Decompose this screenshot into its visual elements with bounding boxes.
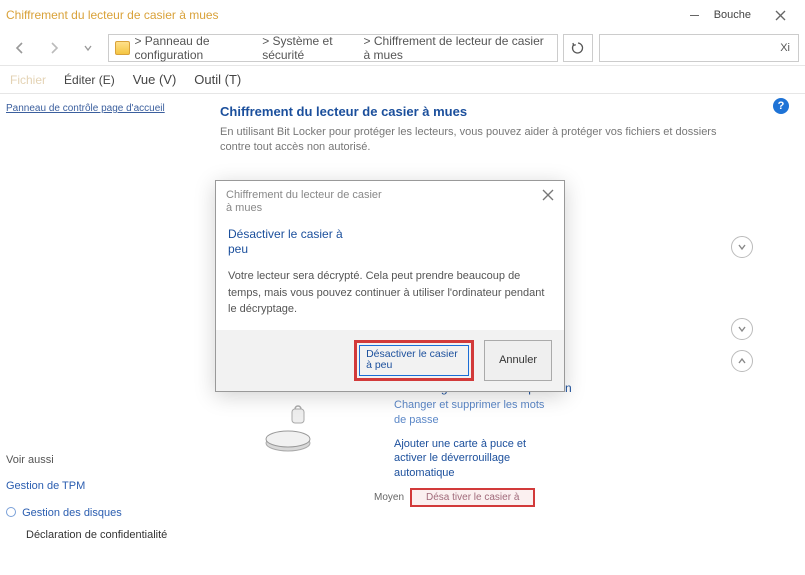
breadcrumb-part[interactable]: > Chiffrement de lecteur de casier à mue… bbox=[364, 34, 551, 62]
see-also-label: Voir aussi bbox=[6, 454, 204, 466]
right-label: Bouche bbox=[714, 9, 751, 21]
breadcrumb-part[interactable]: > Système et sécurité bbox=[262, 34, 359, 62]
dialog-heading: Désactiver le casier à peu bbox=[216, 219, 356, 256]
dialog-buttons: Désactiver le casier à peu Annuler bbox=[216, 330, 564, 391]
breadcrumb-part[interactable]: > Panneau de configuration bbox=[134, 34, 258, 62]
minimize-button[interactable] bbox=[676, 1, 714, 29]
window-title: Chiffrement du lecteur de casier à mues bbox=[6, 8, 219, 22]
drive-icon bbox=[260, 401, 330, 451]
turn-off-button[interactable]: Désactiver le casier à peu bbox=[354, 340, 474, 381]
back-button[interactable] bbox=[6, 34, 34, 62]
menu-edit[interactable]: Éditer (E) bbox=[64, 73, 115, 87]
chevron-up-icon[interactable] bbox=[731, 350, 753, 372]
menu-tool[interactable]: Outil (T) bbox=[194, 72, 241, 87]
dialog-title: Chiffrement du lecteur de casier à mues bbox=[226, 189, 386, 215]
folder-icon bbox=[115, 41, 130, 55]
help-icon[interactable]: ? bbox=[773, 98, 789, 114]
control-panel-home-link[interactable]: Panneau de contrôle page d'accueil bbox=[6, 103, 165, 114]
chevron-down-icon[interactable] bbox=[731, 236, 753, 258]
confirm-dialog: Chiffrement du lecteur de casier à mues … bbox=[215, 180, 565, 392]
dialog-body: Votre lecteur sera décrypté. Cela peut p… bbox=[216, 256, 564, 330]
refresh-button[interactable] bbox=[563, 34, 593, 62]
smartcard-link[interactable]: Ajouter une carte à puce et activer le d… bbox=[394, 437, 559, 480]
tpm-link[interactable]: Gestion de TPM bbox=[6, 480, 204, 492]
breadcrumb[interactable]: > Panneau de configuration > Système et … bbox=[108, 34, 558, 62]
page-desc: En utilisant Bit Locker pour protéger le… bbox=[220, 125, 720, 156]
titlebar: Chiffrement du lecteur de casier à mues … bbox=[0, 0, 805, 30]
nav-row: > Panneau de configuration > Système et … bbox=[0, 30, 805, 66]
menu-view[interactable]: Vue (V) bbox=[133, 72, 177, 87]
dialog-close-button[interactable] bbox=[542, 189, 554, 204]
search-hint: Xi bbox=[780, 42, 790, 54]
disk-mgmt-link[interactable]: Gestion des disques bbox=[22, 507, 122, 519]
menu-bar: Fichier Éditer (E) Vue (V) Outil (T) bbox=[0, 66, 805, 94]
search-input[interactable]: Xi bbox=[599, 34, 799, 62]
chevron-down-icon[interactable] bbox=[731, 318, 753, 340]
page-title: Chiffrement du lecteur de casier à mues bbox=[220, 104, 785, 119]
mid-label: Moyen bbox=[374, 492, 404, 503]
change-password-link[interactable]: Changer et supprimer les mots de passe bbox=[394, 398, 559, 427]
forward-button[interactable] bbox=[40, 34, 68, 62]
menu-file[interactable]: Fichier bbox=[10, 73, 46, 87]
dropdown-history[interactable] bbox=[74, 34, 102, 62]
shield-icon bbox=[6, 507, 16, 517]
turn-off-highlight[interactable]: Désa tiver le casier à bbox=[410, 488, 535, 507]
cancel-button[interactable]: Annuler bbox=[484, 340, 552, 381]
privacy-link[interactable]: Déclaration de confidentialité bbox=[26, 529, 204, 542]
sidebar: Panneau de contrôle page d'accueil Voir … bbox=[0, 94, 210, 575]
close-button[interactable] bbox=[761, 1, 799, 29]
